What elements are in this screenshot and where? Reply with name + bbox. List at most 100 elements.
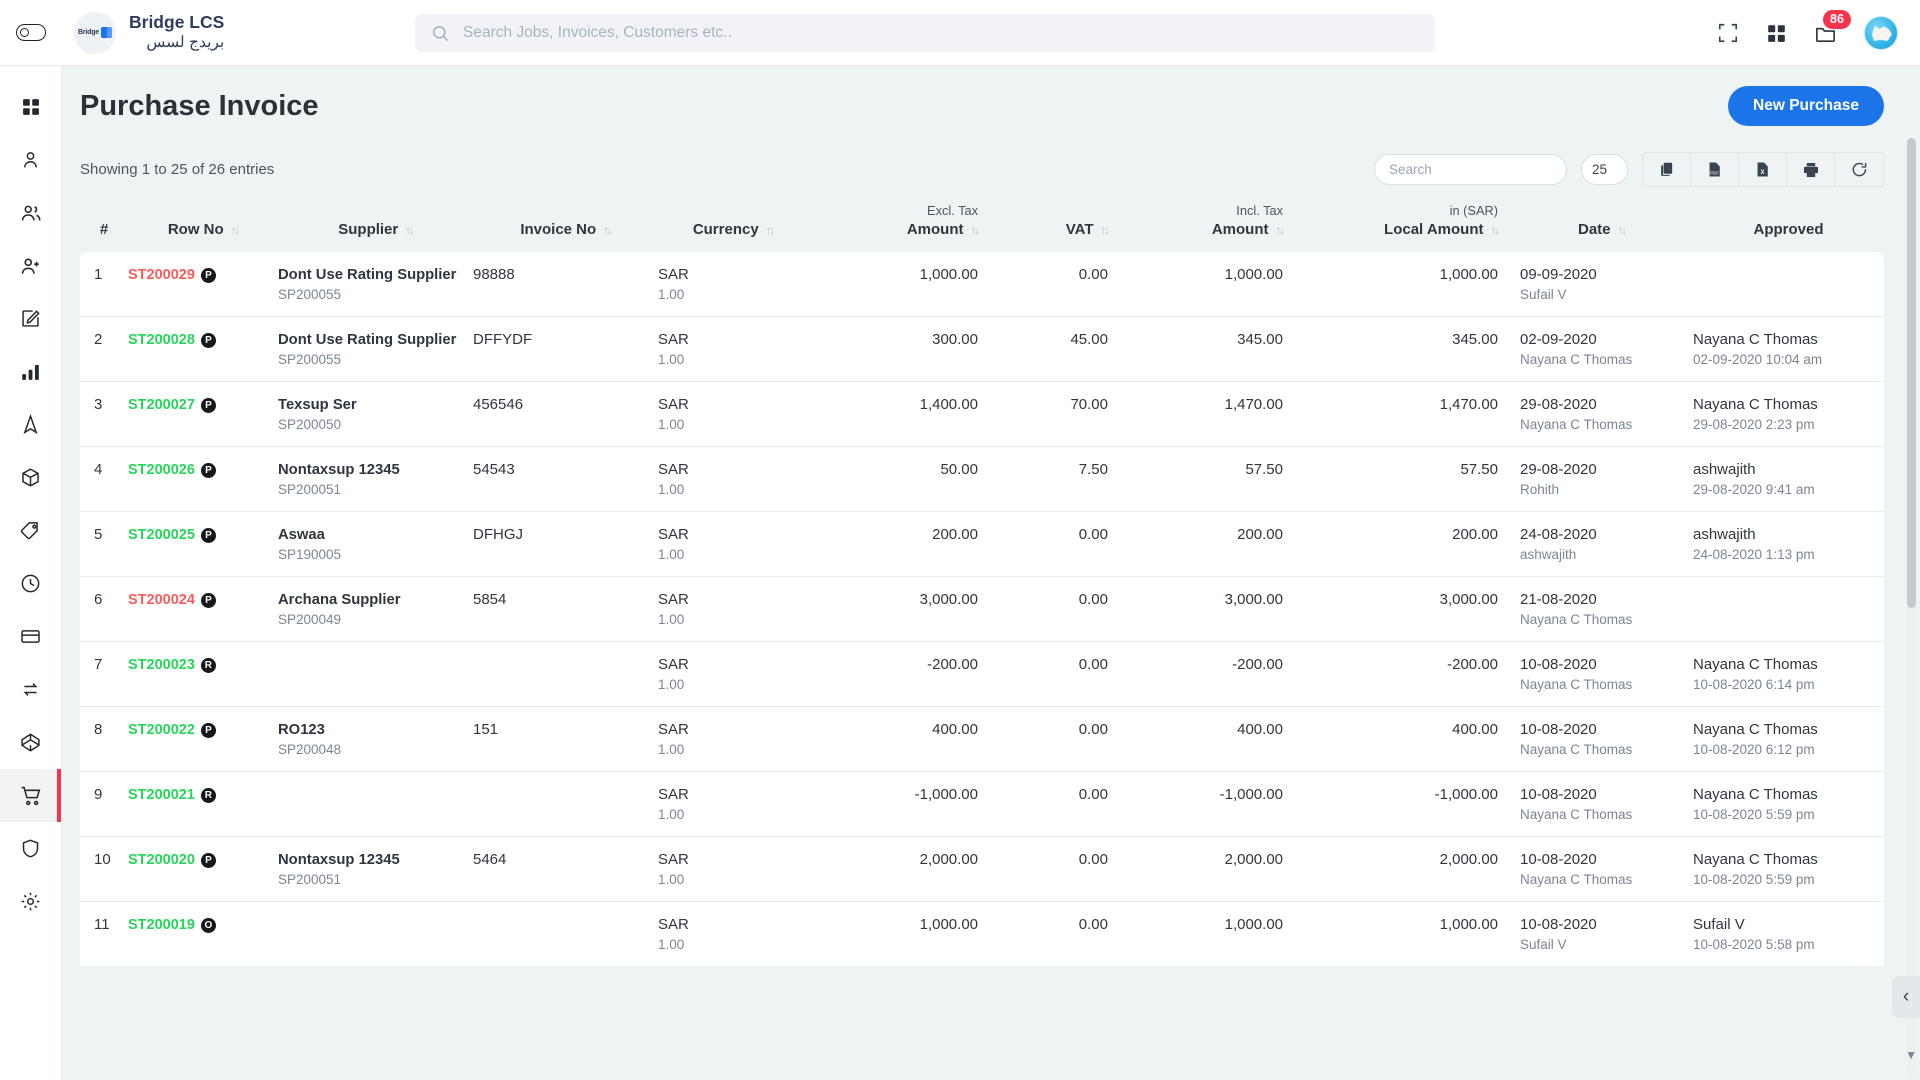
- cell-row-no[interactable]: ST200027 P: [128, 381, 278, 447]
- page-header: Purchase Invoice New Purchase: [62, 66, 1920, 126]
- new-purchase-button[interactable]: New Purchase: [1728, 86, 1884, 126]
- sidebar-item-tags[interactable]: [0, 504, 61, 557]
- global-search[interactable]: [415, 14, 1435, 52]
- vertical-scrollbar[interactable]: [1907, 138, 1916, 1078]
- table-search-input[interactable]: [1374, 154, 1567, 185]
- sidebar-item-settings[interactable]: [0, 875, 61, 928]
- credit-card-icon: [21, 630, 40, 643]
- table-row[interactable]: 8 ST200022 P RO123 SP200048 151 SAR 1.00 400.00 0…: [80, 706, 1884, 772]
- sidebar-item-purchase[interactable]: [0, 769, 61, 822]
- sidebar-item-jobs[interactable]: [0, 292, 61, 345]
- cell-date: 10-08-2020 Nayana C Thomas: [1498, 706, 1683, 772]
- search-icon: [432, 25, 449, 41]
- col-vat[interactable]: VAT ↑↓: [978, 203, 1110, 252]
- cell-local-amount: 3,000.00: [1283, 576, 1498, 642]
- global-search-input[interactable]: [463, 24, 1419, 42]
- row-no-link[interactable]: ST200028: [128, 332, 195, 348]
- sort-icon[interactable]: ↑↓: [766, 225, 775, 237]
- cell-row-no[interactable]: ST200021 R: [128, 771, 278, 837]
- scroll-down-arrow[interactable]: ▼: [1905, 1048, 1917, 1062]
- sort-icon[interactable]: ↑↓: [1618, 225, 1627, 237]
- row-no-link[interactable]: ST200024: [128, 592, 195, 608]
- sidebar-item-history[interactable]: [0, 557, 61, 610]
- table-row[interactable]: 5 ST200025 P Aswaa SP190005 DFHGJ SAR 1.00 200.0…: [80, 511, 1884, 577]
- row-no-link[interactable]: ST200029: [128, 267, 195, 283]
- cell-excl-tax: 1,400.00: [808, 381, 978, 447]
- col-date[interactable]: Date ↑↓: [1498, 203, 1683, 252]
- sort-icon[interactable]: ↑↓: [1491, 225, 1500, 237]
- col-incl-tax-amount[interactable]: Incl. Tax Amount ↑↓: [1108, 203, 1285, 252]
- table-row[interactable]: 4 ST200026 P Nontaxsup 12345 SP200051 54543 SA…: [80, 446, 1884, 512]
- refresh-button[interactable]: [1835, 153, 1883, 186]
- apps-grid-button[interactable]: [1766, 23, 1787, 44]
- sidebar-item-customer[interactable]: [0, 133, 61, 186]
- sort-icon[interactable]: ↑↓: [603, 225, 612, 237]
- table-row[interactable]: 9 ST200021 R SAR 1.00 -1,000.00 0.00 -1,000.00-…: [80, 771, 1884, 837]
- table-row[interactable]: 6 ST200024 P Archana Supplier SP200049 5854 SA…: [80, 576, 1884, 642]
- sidebar-item-security[interactable]: [0, 822, 61, 875]
- table-row[interactable]: 11 ST200019 O SAR 1.00 1,000.00 0.00 1,000.00 1,…: [80, 901, 1884, 966]
- col-local-amount[interactable]: in (SAR) Local Amount ↑↓: [1283, 203, 1500, 252]
- sort-icon[interactable]: ↑↓: [1101, 225, 1110, 237]
- cell-incl-tax: 200.00: [1108, 511, 1283, 577]
- copy-button[interactable]: [1643, 153, 1691, 186]
- fullscreen-button[interactable]: [1717, 22, 1739, 44]
- cell-row-no[interactable]: ST200024 P: [128, 576, 278, 642]
- col-excl-tax-amount[interactable]: Excl. Tax Amount ↑↓: [808, 203, 980, 252]
- col-index: #: [99, 221, 109, 238]
- print-button[interactable]: [1787, 153, 1835, 186]
- cell-row-no[interactable]: ST200022 P: [128, 706, 278, 772]
- table-row[interactable]: 3 ST200027 P Texsup Ser SP200050 456546 SAR 1.0…: [80, 381, 1884, 447]
- col-supplier[interactable]: Supplier ↑↓: [278, 203, 473, 252]
- scrollbar-thumb[interactable]: [1907, 138, 1916, 608]
- col-invoice-no[interactable]: Invoice No ↑↓: [473, 203, 658, 252]
- sidebar-item-reports[interactable]: [0, 345, 61, 398]
- excel-export-button[interactable]: X: [1739, 153, 1787, 186]
- cell-index: 1: [80, 252, 128, 317]
- cell-row-no[interactable]: ST200026 P: [128, 446, 278, 512]
- sidebar-item-payments[interactable]: [0, 610, 61, 663]
- sidebar-item-transfers[interactable]: [0, 663, 61, 716]
- cell-row-no[interactable]: ST200019 O: [128, 901, 278, 966]
- sort-icon[interactable]: ↑↓: [1276, 225, 1285, 237]
- sort-icon[interactable]: ↑↓: [405, 225, 414, 237]
- row-no-link[interactable]: ST200022: [128, 722, 195, 738]
- row-no-link[interactable]: ST200027: [128, 397, 195, 413]
- sort-icon[interactable]: ↑↓: [231, 225, 240, 237]
- sidebar-toggle-button[interactable]: [0, 24, 62, 41]
- row-no-link[interactable]: ST200021: [128, 787, 195, 803]
- pdf-export-button[interactable]: PDF: [1691, 153, 1739, 186]
- sidebar-item-dashboard[interactable]: [0, 80, 61, 133]
- sidebar-item-integrations[interactable]: [0, 716, 61, 769]
- cell-row-no[interactable]: ST200028 P: [128, 316, 278, 382]
- col-currency[interactable]: Currency ↑↓: [658, 203, 808, 252]
- panel-collapse-button[interactable]: ‹: [1892, 976, 1920, 1018]
- cell-row-no[interactable]: ST200029 P: [128, 252, 278, 317]
- shopping-cart-icon: [21, 786, 40, 805]
- cell-local-amount: -200.00: [1283, 641, 1498, 707]
- table-row[interactable]: 2 ST200028 P Dont Use Rating Supplier SP2000…: [80, 316, 1884, 382]
- sidebar-item-navigation[interactable]: [0, 398, 61, 451]
- table-row[interactable]: 10 ST200020 P Nontaxsup 12345 SP200051 5464 SA…: [80, 836, 1884, 902]
- cell-row-no[interactable]: ST200023 R: [128, 641, 278, 707]
- sidebar-item-add-user[interactable]: [0, 239, 61, 292]
- table-row[interactable]: 1 ST200029 P Dont Use Rating Supplier SP2000…: [80, 252, 1884, 317]
- sidebar-item-inventory[interactable]: [0, 451, 61, 504]
- cell-row-no[interactable]: ST200020 P: [128, 836, 278, 902]
- avatar[interactable]: [1864, 16, 1898, 50]
- sort-icon[interactable]: ↑↓: [971, 225, 980, 237]
- table-row[interactable]: 7 ST200023 R SAR 1.00 -200.00 0.00 -200.00 -200.…: [80, 641, 1884, 707]
- row-no-link[interactable]: ST200019: [128, 917, 195, 933]
- cell-vat: 0.00: [978, 511, 1108, 577]
- notifications-button[interactable]: 86: [1814, 9, 1851, 45]
- row-no-link[interactable]: ST200023: [128, 657, 195, 673]
- col-row-no[interactable]: Row No ↑↓: [128, 203, 278, 252]
- status-flag-p: P: [200, 398, 216, 413]
- row-no-link[interactable]: ST200025: [128, 527, 195, 543]
- brand-block[interactable]: Bridge Bridge LCS بريدج لسس: [62, 11, 224, 54]
- sidebar-item-employees[interactable]: [0, 186, 61, 239]
- row-no-link[interactable]: ST200026: [128, 462, 195, 478]
- row-no-link[interactable]: ST200020: [128, 852, 195, 868]
- cell-row-no[interactable]: ST200025 P: [128, 511, 278, 577]
- page-length-select[interactable]: 25: [1581, 154, 1628, 185]
